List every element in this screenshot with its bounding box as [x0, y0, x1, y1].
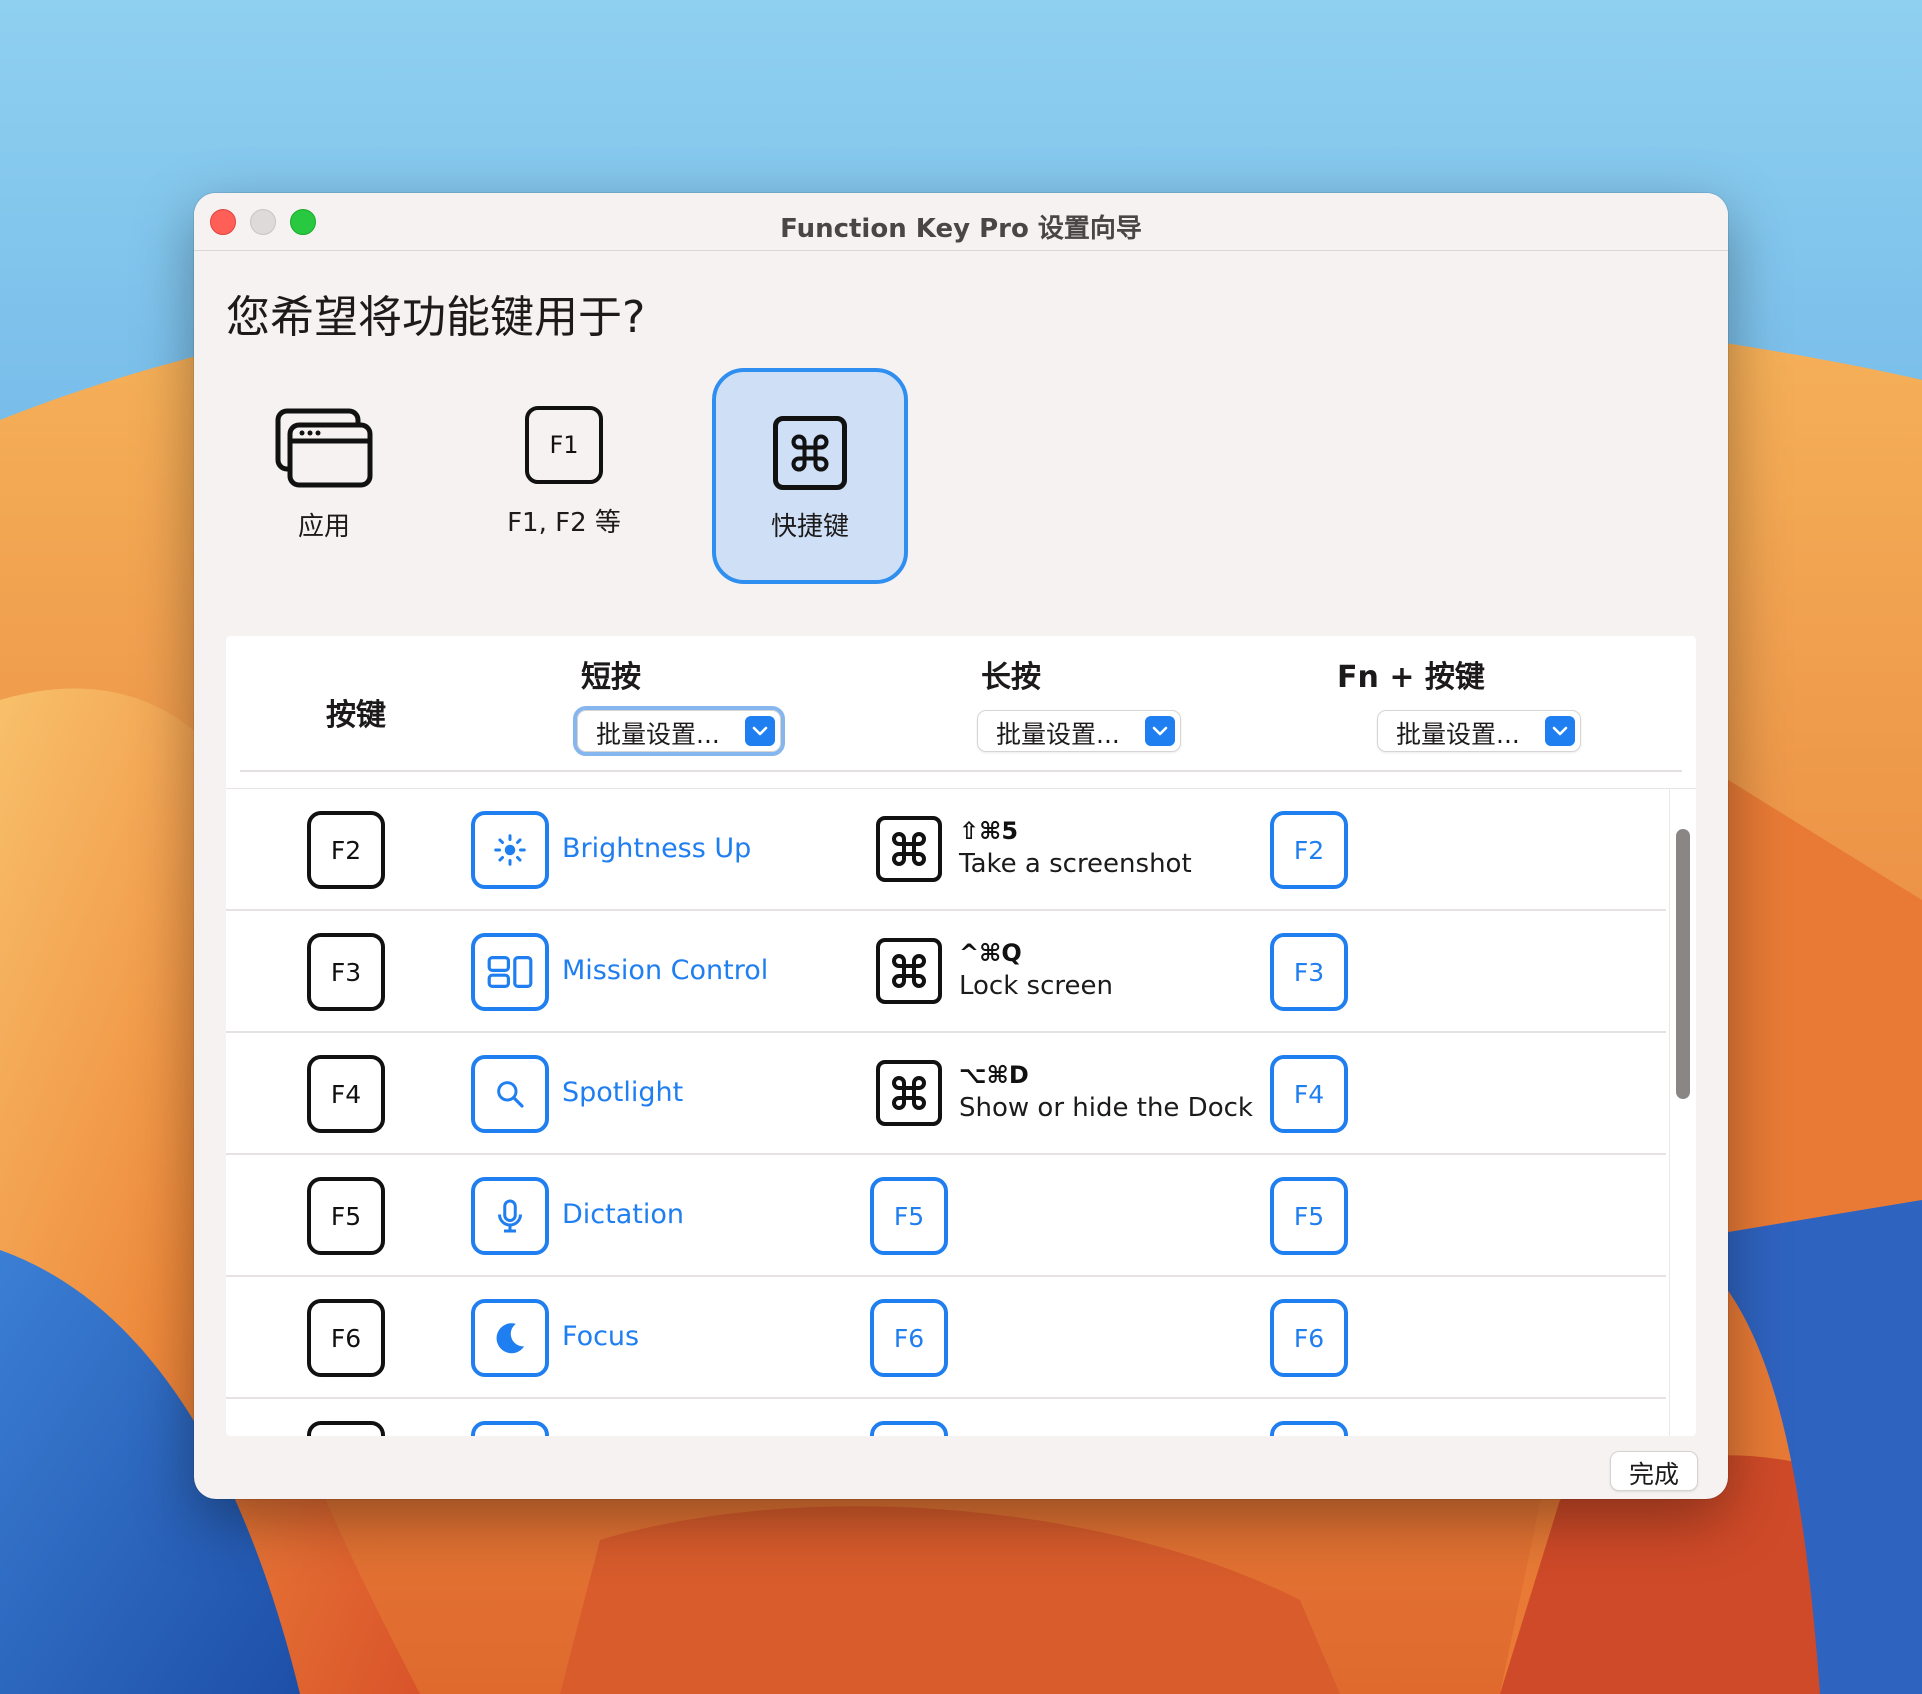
batch-set-label: 批量设置... — [596, 720, 720, 749]
function-keycap: F4 — [307, 1055, 385, 1133]
brightness-up-icon[interactable] — [471, 811, 549, 889]
fn-key-action[interactable]: F3 — [1270, 933, 1348, 1011]
short-press-icon[interactable] — [471, 1421, 549, 1436]
mode-label-app: 应用 — [297, 512, 350, 542]
command-key-icon[interactable] — [876, 816, 942, 882]
mode-label-function-keys: F1, F2 等 — [507, 508, 621, 538]
function-keycap: F2 — [307, 811, 385, 889]
table-row: F6 Focus F6 F6 — [226, 1277, 1666, 1399]
done-button[interactable]: 完成 — [1610, 1451, 1698, 1491]
long-press-action[interactable] — [870, 1421, 948, 1436]
microphone-icon[interactable] — [471, 1177, 549, 1255]
spotlight-icon[interactable] — [471, 1055, 549, 1133]
fn-key-action[interactable]: F4 — [1270, 1055, 1348, 1133]
table-rows: F2 Brightness Up ⇧⌘5 Take a screenshot F… — [226, 789, 1666, 1436]
batch-set-fn-key-dropdown[interactable]: 批量设置... — [1377, 710, 1581, 752]
mode-option-app[interactable]: 应用 — [226, 368, 422, 584]
table-row: F2 Brightness Up ⇧⌘5 Take a screenshot F… — [226, 789, 1666, 911]
column-header-long-press: 长按 — [981, 660, 1041, 695]
mode-option-shortcuts[interactable]: 快捷键 — [712, 368, 908, 584]
long-press-shortcut-combo: ^⌘Q — [959, 939, 1022, 967]
chevron-down-icon — [745, 716, 775, 746]
key-mapping-table: 按键 短按 长按 Fn + 按键 批量设置... 批量设置... 批量设置... — [226, 636, 1696, 1436]
f1-key-icon: F1 — [525, 406, 603, 484]
fn-key-action[interactable]: F5 — [1270, 1177, 1348, 1255]
long-press-shortcut-combo: ⇧⌘5 — [959, 817, 1019, 845]
function-keycap — [307, 1421, 385, 1436]
long-press-shortcut-combo: ⌥⌘D — [959, 1061, 1029, 1089]
short-press-action[interactable]: Dictation — [562, 1199, 684, 1230]
table-scrollbar[interactable] — [1669, 789, 1693, 1436]
batch-set-long-press-dropdown[interactable]: 批量设置... — [977, 710, 1181, 752]
command-key-icon[interactable] — [876, 938, 942, 1004]
long-press-shortcut-description[interactable]: Take a screenshot — [959, 849, 1192, 879]
long-press-shortcut-description[interactable]: Show or hide the Dock — [959, 1093, 1253, 1123]
batch-set-label: 批量设置... — [1396, 720, 1520, 749]
table-row: F4 Spotlight ⌥⌘D Show or hide the Dock F… — [226, 1033, 1666, 1155]
command-symbol-icon — [791, 434, 829, 472]
function-keycap: F6 — [307, 1299, 385, 1377]
table-row: F3 Mission Control ^⌘Q Lock screen F3 — [226, 911, 1666, 1033]
setup-wizard-window: Function Key Pro 设置向导 您希望将功能键用于? 应用 F1 F… — [194, 193, 1728, 1499]
chevron-down-icon — [1145, 716, 1175, 746]
app-window-icon — [275, 408, 373, 492]
mode-option-function-keys[interactable]: F1 F1, F2 等 — [466, 368, 662, 584]
long-press-shortcut-description[interactable]: Lock screen — [959, 971, 1113, 1001]
long-press-action[interactable]: F6 — [870, 1299, 948, 1377]
short-press-action[interactable]: Focus — [562, 1321, 639, 1352]
table-header: 按键 短按 长按 Fn + 按键 批量设置... 批量设置... 批量设置... — [226, 636, 1696, 789]
window-title: Function Key Pro 设置向导 — [780, 214, 1142, 244]
fn-key-action[interactable]: F2 — [1270, 811, 1348, 889]
chevron-down-icon — [1545, 716, 1575, 746]
mode-label-shortcuts: 快捷键 — [770, 512, 849, 542]
fn-key-action[interactable]: F6 — [1270, 1299, 1348, 1377]
table-row: F5 Dictation F5 F5 — [226, 1155, 1666, 1277]
scrollbar-thumb[interactable] — [1676, 829, 1690, 1099]
batch-set-label: 批量设置... — [996, 720, 1120, 749]
table-row-partial — [226, 1399, 1666, 1436]
moon-icon[interactable] — [471, 1299, 549, 1377]
long-press-action[interactable]: F5 — [870, 1177, 948, 1255]
batch-set-short-press-dropdown[interactable]: 批量设置... — [573, 706, 785, 756]
column-header-key: 按键 — [326, 698, 386, 733]
title-bar: Function Key Pro 设置向导 — [194, 193, 1728, 251]
short-press-action[interactable]: Spotlight — [562, 1077, 683, 1108]
mission-control-icon[interactable] — [471, 933, 549, 1011]
function-keycap: F5 — [307, 1177, 385, 1255]
command-key-icon — [773, 416, 847, 490]
command-key-icon[interactable] — [876, 1060, 942, 1126]
column-header-fn-key: Fn + 按键 — [1337, 660, 1485, 695]
function-keycap: F3 — [307, 933, 385, 1011]
header-divider — [240, 770, 1682, 772]
fn-key-action[interactable] — [1270, 1421, 1348, 1436]
short-press-action[interactable]: Brightness Up — [562, 833, 751, 864]
short-press-action[interactable]: Mission Control — [562, 955, 768, 986]
column-header-short-press: 短按 — [581, 660, 641, 695]
f1-keycap: F1 — [525, 406, 603, 484]
page-title: 您希望将功能键用于? — [226, 292, 646, 343]
